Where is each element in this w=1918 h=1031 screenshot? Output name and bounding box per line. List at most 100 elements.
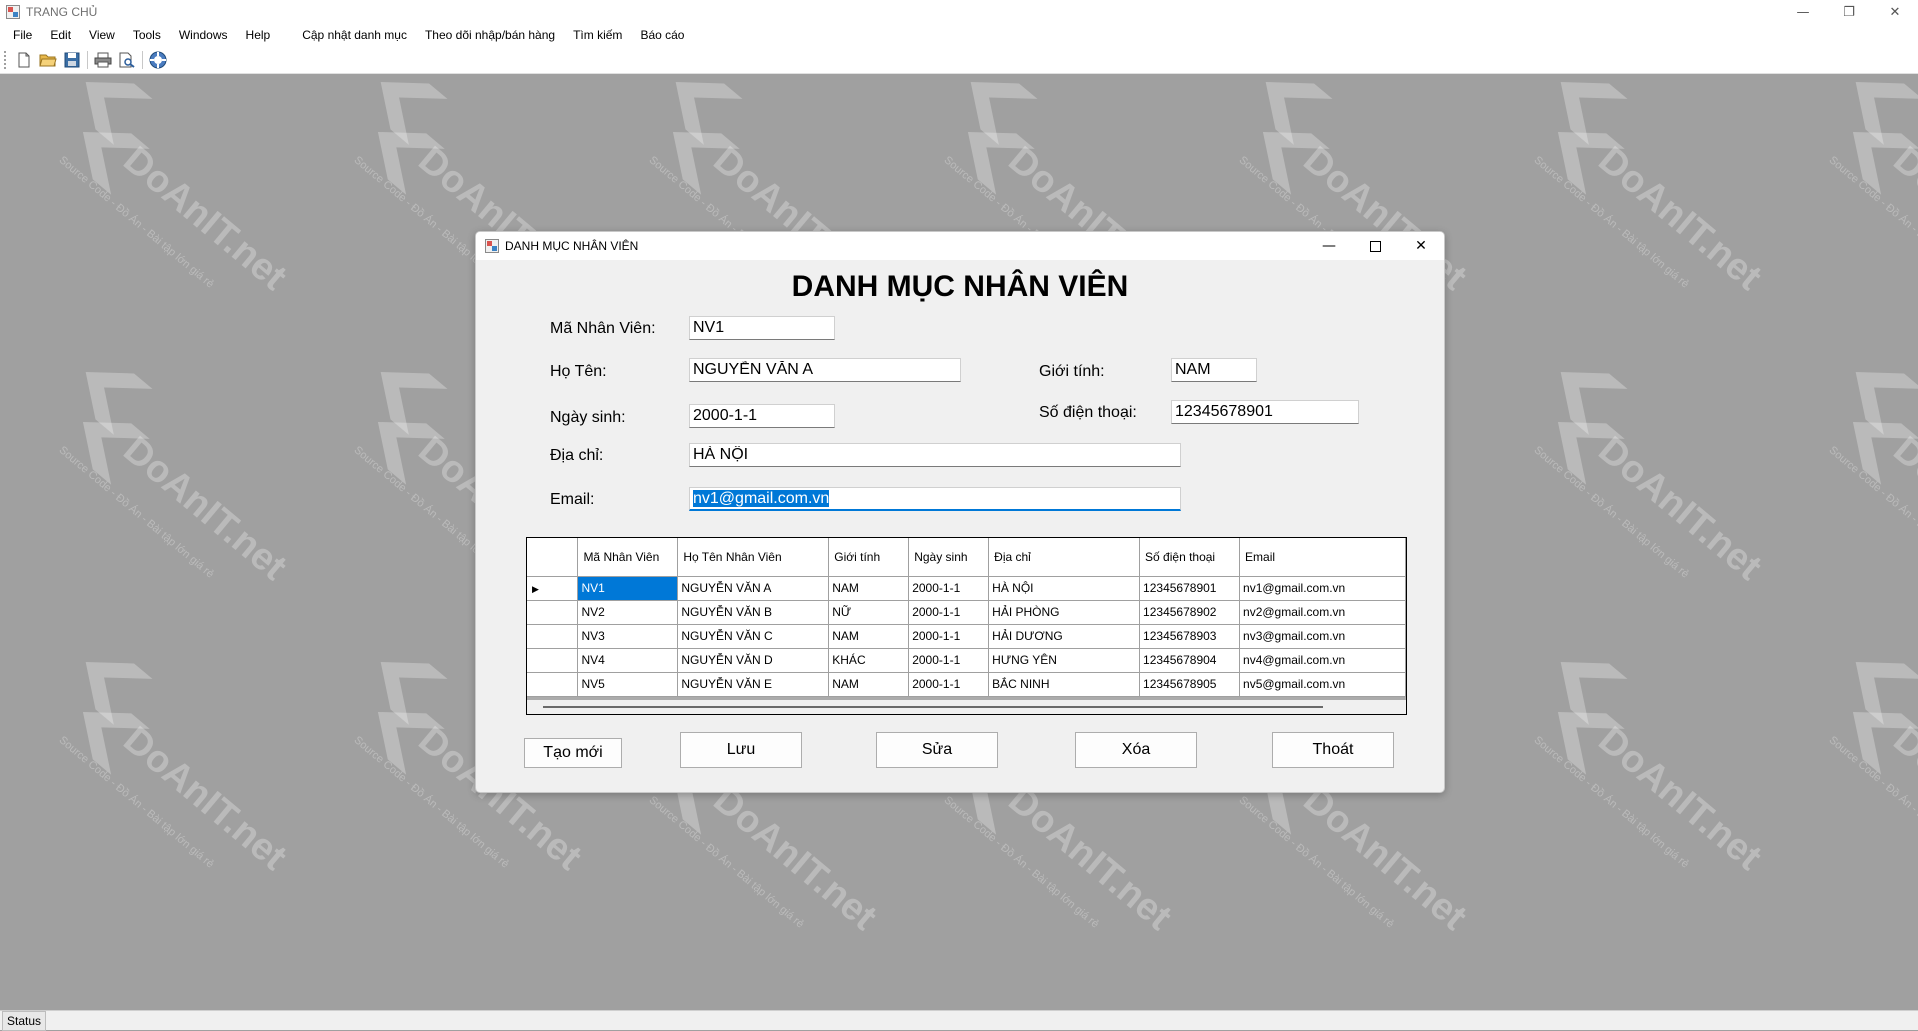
- cell-ngay-sinh[interactable]: 2000-1-1: [908, 600, 990, 625]
- close-button[interactable]: ✕: [1872, 0, 1918, 24]
- cell-dia-chi[interactable]: HƯNG YÊN: [988, 648, 1141, 673]
- cell-ho-ten[interactable]: NGUYỄN VĂN B: [677, 600, 830, 625]
- cell-ho-ten[interactable]: NGUYỄN VĂN A: [677, 576, 830, 601]
- cell-ho-ten[interactable]: NGUYỄN VĂN E: [677, 672, 830, 697]
- cell-ma-nhan-vien[interactable]: NV2: [577, 600, 679, 625]
- menu-edit[interactable]: Edit: [43, 28, 78, 42]
- ho-ten-input[interactable]: [689, 358, 961, 382]
- row-header[interactable]: [527, 600, 579, 625]
- cell-ma-nhan-vien[interactable]: NV5: [577, 672, 679, 697]
- column-header-ma-nhan-vien[interactable]: Mã Nhân Viên: [577, 538, 679, 577]
- column-header-dia-chi[interactable]: Địa chỉ: [988, 538, 1141, 577]
- email-input[interactable]: nv1@gmail.com.vn: [689, 487, 1181, 511]
- cell-so-dien-thoai[interactable]: 12345678905: [1139, 672, 1241, 697]
- ngay-sinh-input[interactable]: [689, 404, 835, 428]
- cell-so-dien-thoai[interactable]: 12345678903: [1139, 624, 1241, 649]
- cell-dia-chi[interactable]: HÀ NỘI: [988, 576, 1141, 601]
- menu-tim-kiem[interactable]: Tìm kiếm: [566, 28, 629, 42]
- cell-so-dien-thoai[interactable]: 12345678901: [1139, 576, 1241, 601]
- column-header-so-dien-thoai[interactable]: Số điện thoại: [1139, 538, 1241, 577]
- cell-ngay-sinh[interactable]: 2000-1-1: [908, 624, 990, 649]
- row-header[interactable]: [527, 624, 579, 649]
- cell-dia-chi[interactable]: BẮC NINH: [988, 672, 1141, 697]
- table-row[interactable]: NV3 NGUYỄN VĂN C NAM 2000-1-1 HẢI DƯƠNG …: [527, 624, 1406, 649]
- row-header-selected[interactable]: ▶: [527, 576, 579, 601]
- label-gioi-tinh: Giới tính:: [1039, 363, 1105, 380]
- sua-button[interactable]: Sửa: [876, 732, 998, 768]
- table-row[interactable]: NV2 NGUYỄN VĂN B NỮ 2000-1-1 HẢI PHÒNG 1…: [527, 600, 1406, 625]
- dialog-form-icon: [485, 239, 499, 253]
- cell-gioi-tinh[interactable]: NAM: [828, 624, 910, 649]
- cell-email[interactable]: nv1@gmail.com.vn: [1239, 576, 1406, 601]
- cell-gioi-tinh[interactable]: NAM: [828, 576, 910, 601]
- cell-ho-ten[interactable]: NGUYỄN VĂN C: [677, 624, 830, 649]
- cell-email[interactable]: nv3@gmail.com.vn: [1239, 624, 1406, 649]
- xoa-button[interactable]: Xóa: [1075, 732, 1197, 768]
- cell-email[interactable]: nv2@gmail.com.vn: [1239, 600, 1406, 625]
- minimize-button[interactable]: —: [1780, 0, 1826, 24]
- grid-horizontal-scrollbar[interactable]: [527, 700, 1406, 714]
- ma-nhan-vien-input[interactable]: [689, 316, 835, 340]
- cell-dia-chi[interactable]: HẢI DƯƠNG: [988, 624, 1141, 649]
- dialog-maximize-button[interactable]: [1352, 232, 1398, 260]
- cell-email[interactable]: nv4@gmail.com.vn: [1239, 648, 1406, 673]
- luu-button[interactable]: Lưu: [680, 732, 802, 768]
- cell-gioi-tinh[interactable]: NAM: [828, 672, 910, 697]
- app-form-icon: [6, 5, 20, 19]
- so-dien-thoai-input[interactable]: [1171, 400, 1359, 424]
- column-header-gioi-tinh[interactable]: Giới tính: [828, 538, 910, 577]
- toolbar-grip[interactable]: [4, 50, 8, 69]
- cell-gioi-tinh[interactable]: KHÁC: [828, 648, 910, 673]
- table-row[interactable]: NV4 NGUYỄN VĂN D KHÁC 2000-1-1 HƯNG YÊN …: [527, 648, 1406, 673]
- new-file-icon[interactable]: [12, 49, 36, 71]
- cell-email[interactable]: nv5@gmail.com.vn: [1239, 672, 1406, 697]
- cell-ho-ten[interactable]: NGUYỄN VĂN D: [677, 648, 830, 673]
- grid-corner-header[interactable]: [527, 538, 579, 577]
- cell-ma-nhan-vien[interactable]: NV4: [577, 648, 679, 673]
- restore-button[interactable]: ❐: [1826, 0, 1872, 24]
- print-preview-icon[interactable]: [115, 49, 139, 71]
- menu-view[interactable]: View: [82, 28, 122, 42]
- cell-so-dien-thoai[interactable]: 12345678902: [1139, 600, 1241, 625]
- current-row-arrow-icon: ▶: [532, 584, 539, 594]
- gioi-tinh-input[interactable]: [1171, 358, 1257, 382]
- table-row[interactable]: NV5 NGUYỄN VĂN E NAM 2000-1-1 BẮC NINH 1…: [527, 672, 1406, 697]
- dialog-minimize-button[interactable]: —: [1306, 232, 1352, 260]
- cell-so-dien-thoai[interactable]: 12345678904: [1139, 648, 1241, 673]
- print-icon[interactable]: [91, 49, 115, 71]
- dialog-close-button[interactable]: ✕: [1398, 232, 1444, 260]
- cell-ma-nhan-vien[interactable]: NV1: [577, 576, 679, 601]
- dia-chi-input[interactable]: [689, 443, 1181, 467]
- menu-help[interactable]: Help: [239, 28, 278, 42]
- dialog-titlebar: DANH MỤC NHÂN VIÊN — ✕: [476, 232, 1444, 260]
- column-header-ho-ten[interactable]: Họ Tên Nhân Viên: [677, 538, 830, 577]
- label-ho-ten: Họ Tên:: [550, 363, 607, 380]
- menu-tools[interactable]: Tools: [126, 28, 168, 42]
- employee-grid[interactable]: Mã Nhân Viên Họ Tên Nhân Viên Giới tính …: [526, 537, 1407, 715]
- cell-ngay-sinh[interactable]: 2000-1-1: [908, 576, 990, 601]
- menu-file[interactable]: File: [6, 28, 39, 42]
- menu-theo-doi-nhap-ban-hang[interactable]: Theo dõi nhập/bán hàng: [418, 28, 562, 42]
- column-header-email[interactable]: Email: [1239, 538, 1406, 577]
- label-ngay-sinh: Ngày sinh:: [550, 409, 626, 426]
- status-label: Status: [2, 1010, 47, 1031]
- row-header[interactable]: [527, 648, 579, 673]
- cell-ma-nhan-vien[interactable]: NV3: [577, 624, 679, 649]
- menu-bao-cao[interactable]: Báo cáo: [633, 28, 691, 42]
- thoat-button[interactable]: Thoát: [1272, 732, 1394, 768]
- cell-ngay-sinh[interactable]: 2000-1-1: [908, 648, 990, 673]
- save-icon[interactable]: [60, 49, 84, 71]
- help-icon[interactable]: [146, 49, 170, 71]
- menu-cap-nhat-danh-muc[interactable]: Cập nhật danh mục: [295, 28, 414, 42]
- column-header-ngay-sinh[interactable]: Ngày sinh: [908, 538, 990, 577]
- tao-moi-button[interactable]: Tạo mới: [524, 738, 622, 768]
- table-row[interactable]: ▶ NV1 NGUYỄN VĂN A NAM 2000-1-1 HÀ NỘI 1…: [527, 576, 1406, 601]
- open-folder-icon[interactable]: [36, 49, 60, 71]
- cell-ngay-sinh[interactable]: 2000-1-1: [908, 672, 990, 697]
- row-header[interactable]: [527, 672, 579, 697]
- cell-gioi-tinh[interactable]: NỮ: [828, 600, 910, 625]
- menu-windows[interactable]: Windows: [172, 28, 235, 42]
- scrollbar-thumb[interactable]: [543, 706, 1323, 708]
- cell-dia-chi[interactable]: HẢI PHÒNG: [988, 600, 1141, 625]
- toolbar-separator: [87, 50, 88, 69]
